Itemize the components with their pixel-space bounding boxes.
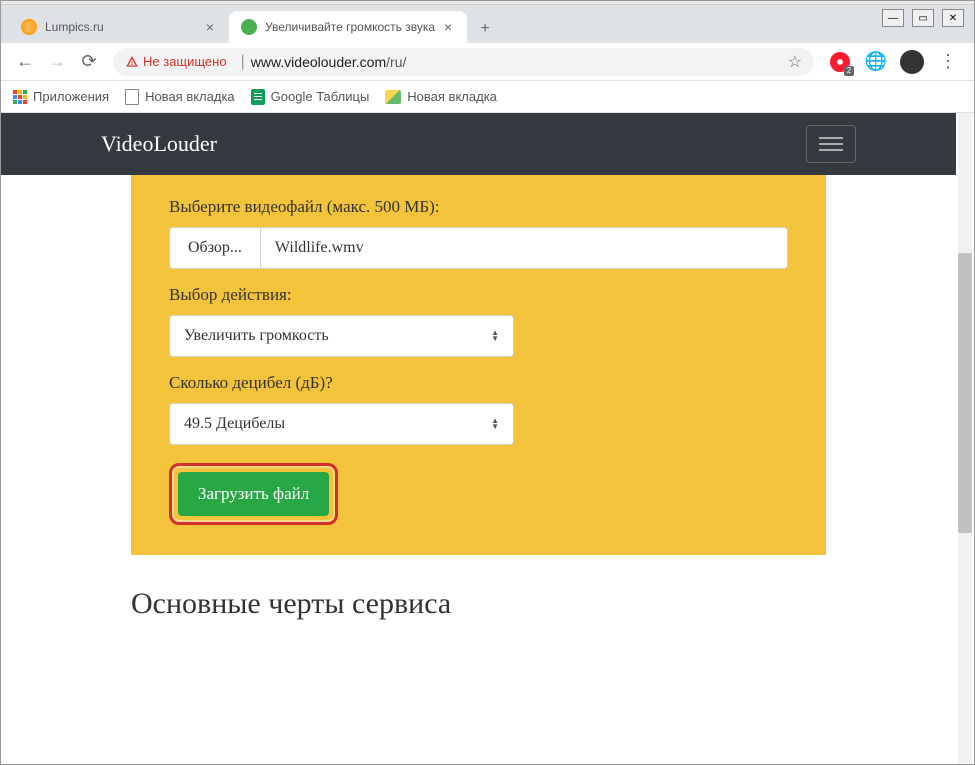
page-icon bbox=[125, 89, 139, 105]
site-navbar: VideoLouder bbox=[1, 113, 956, 175]
url-text: www.videolouder.com/ru/ bbox=[251, 54, 407, 70]
action-value: Увеличить громкость bbox=[184, 327, 329, 345]
decibel-select[interactable]: 49.5 Децибелы ▲▼ bbox=[169, 403, 514, 445]
warning-icon bbox=[125, 55, 139, 69]
globe-icon[interactable]: 🌐 bbox=[864, 50, 888, 74]
main-content: Выберите видеофайл (макс. 500 МБ): Обзор… bbox=[1, 175, 974, 621]
forward-button[interactable]: → bbox=[43, 48, 71, 76]
security-badge[interactable]: Не защищено bbox=[125, 54, 227, 69]
bookmark-label: Google Таблицы bbox=[271, 89, 370, 104]
address-bar: ← → ⟳ Не защищено | www.videolouder.com/… bbox=[1, 43, 974, 81]
close-tab-button[interactable]: × bbox=[203, 20, 217, 34]
tab-strip: Lumpics.ru × Увеличивайте громкость звук… bbox=[1, 5, 974, 43]
close-window-button[interactable]: ✕ bbox=[942, 9, 964, 27]
file-input-group: Обзор... Wildlife.wmv bbox=[169, 227, 788, 269]
upload-form: Выберите видеофайл (макс. 500 МБ): Обзор… bbox=[131, 175, 826, 555]
hamburger-menu-button[interactable] bbox=[806, 125, 856, 163]
upload-button[interactable]: Загрузить файл bbox=[178, 472, 329, 516]
browser-tab-videolouder[interactable]: Увеличивайте громкость звука × bbox=[229, 11, 467, 43]
reload-button[interactable]: ⟳ bbox=[75, 48, 103, 76]
apps-grid-icon bbox=[13, 90, 27, 104]
sheets-bookmark[interactable]: Google Таблицы bbox=[251, 89, 370, 105]
action-select[interactable]: Увеличить громкость ▲▼ bbox=[169, 315, 514, 357]
address-field[interactable]: Не защищено | www.videolouder.com/ru/ ☆ bbox=[113, 48, 814, 76]
site-brand[interactable]: VideoLouder bbox=[101, 131, 217, 157]
decibel-label: Сколько децибел (дБ)? bbox=[169, 373, 788, 393]
favicon-videolouder-icon bbox=[241, 19, 257, 35]
image-icon bbox=[385, 90, 401, 104]
new-tab-button[interactable]: + bbox=[471, 15, 499, 43]
scrollbar-thumb[interactable] bbox=[958, 253, 972, 533]
bookmark-label: Новая вкладка bbox=[407, 89, 497, 104]
window-controls: — ▭ ✕ bbox=[882, 9, 964, 27]
page-viewport: VideoLouder Выберите видеофайл (макс. 50… bbox=[1, 113, 974, 765]
section-title: Основные черты сервиса bbox=[131, 587, 826, 621]
back-button[interactable]: ← bbox=[11, 48, 39, 76]
select-arrows-icon: ▲▼ bbox=[491, 418, 499, 430]
maximize-button[interactable]: ▭ bbox=[912, 9, 934, 27]
browse-button[interactable]: Обзор... bbox=[170, 228, 261, 268]
bookmark-label: Новая вкладка bbox=[145, 89, 235, 104]
new-tab-bookmark-2[interactable]: Новая вкладка bbox=[385, 89, 497, 104]
bookmarks-bar: Приложения Новая вкладка Google Таблицы … bbox=[1, 81, 974, 113]
bookmark-star-icon[interactable]: ☆ bbox=[788, 52, 802, 72]
decibel-value: 49.5 Децибелы bbox=[184, 415, 285, 433]
minimize-button[interactable]: — bbox=[882, 9, 904, 27]
highlight-annotation: Загрузить файл bbox=[169, 463, 338, 525]
tab-title: Увеличивайте громкость звука bbox=[265, 20, 435, 34]
file-label: Выберите видеофайл (макс. 500 МБ): bbox=[169, 197, 788, 217]
file-name-field[interactable]: Wildlife.wmv bbox=[261, 228, 787, 268]
profile-avatar[interactable] bbox=[900, 50, 924, 74]
close-tab-button[interactable]: × bbox=[441, 20, 455, 34]
favicon-lumpics-icon bbox=[21, 19, 37, 35]
browser-tab-lumpics[interactable]: Lumpics.ru × bbox=[9, 11, 229, 43]
security-label: Не защищено bbox=[143, 54, 227, 69]
bookmark-label: Приложения bbox=[33, 89, 109, 104]
address-separator: | bbox=[241, 53, 245, 71]
opera-extension-icon[interactable]: 2 bbox=[828, 50, 852, 74]
new-tab-bookmark[interactable]: Новая вкладка bbox=[125, 89, 235, 105]
menu-button[interactable]: ⋮ bbox=[936, 50, 960, 74]
browser-window: — ▭ ✕ Lumpics.ru × Увеличивайте громкост… bbox=[0, 0, 975, 765]
sheets-icon bbox=[251, 89, 265, 105]
select-arrows-icon: ▲▼ bbox=[491, 330, 499, 342]
action-label: Выбор действия: bbox=[169, 285, 788, 305]
tab-title: Lumpics.ru bbox=[45, 20, 197, 34]
opera-badge: 2 bbox=[844, 66, 854, 76]
apps-bookmark[interactable]: Приложения bbox=[13, 89, 109, 104]
